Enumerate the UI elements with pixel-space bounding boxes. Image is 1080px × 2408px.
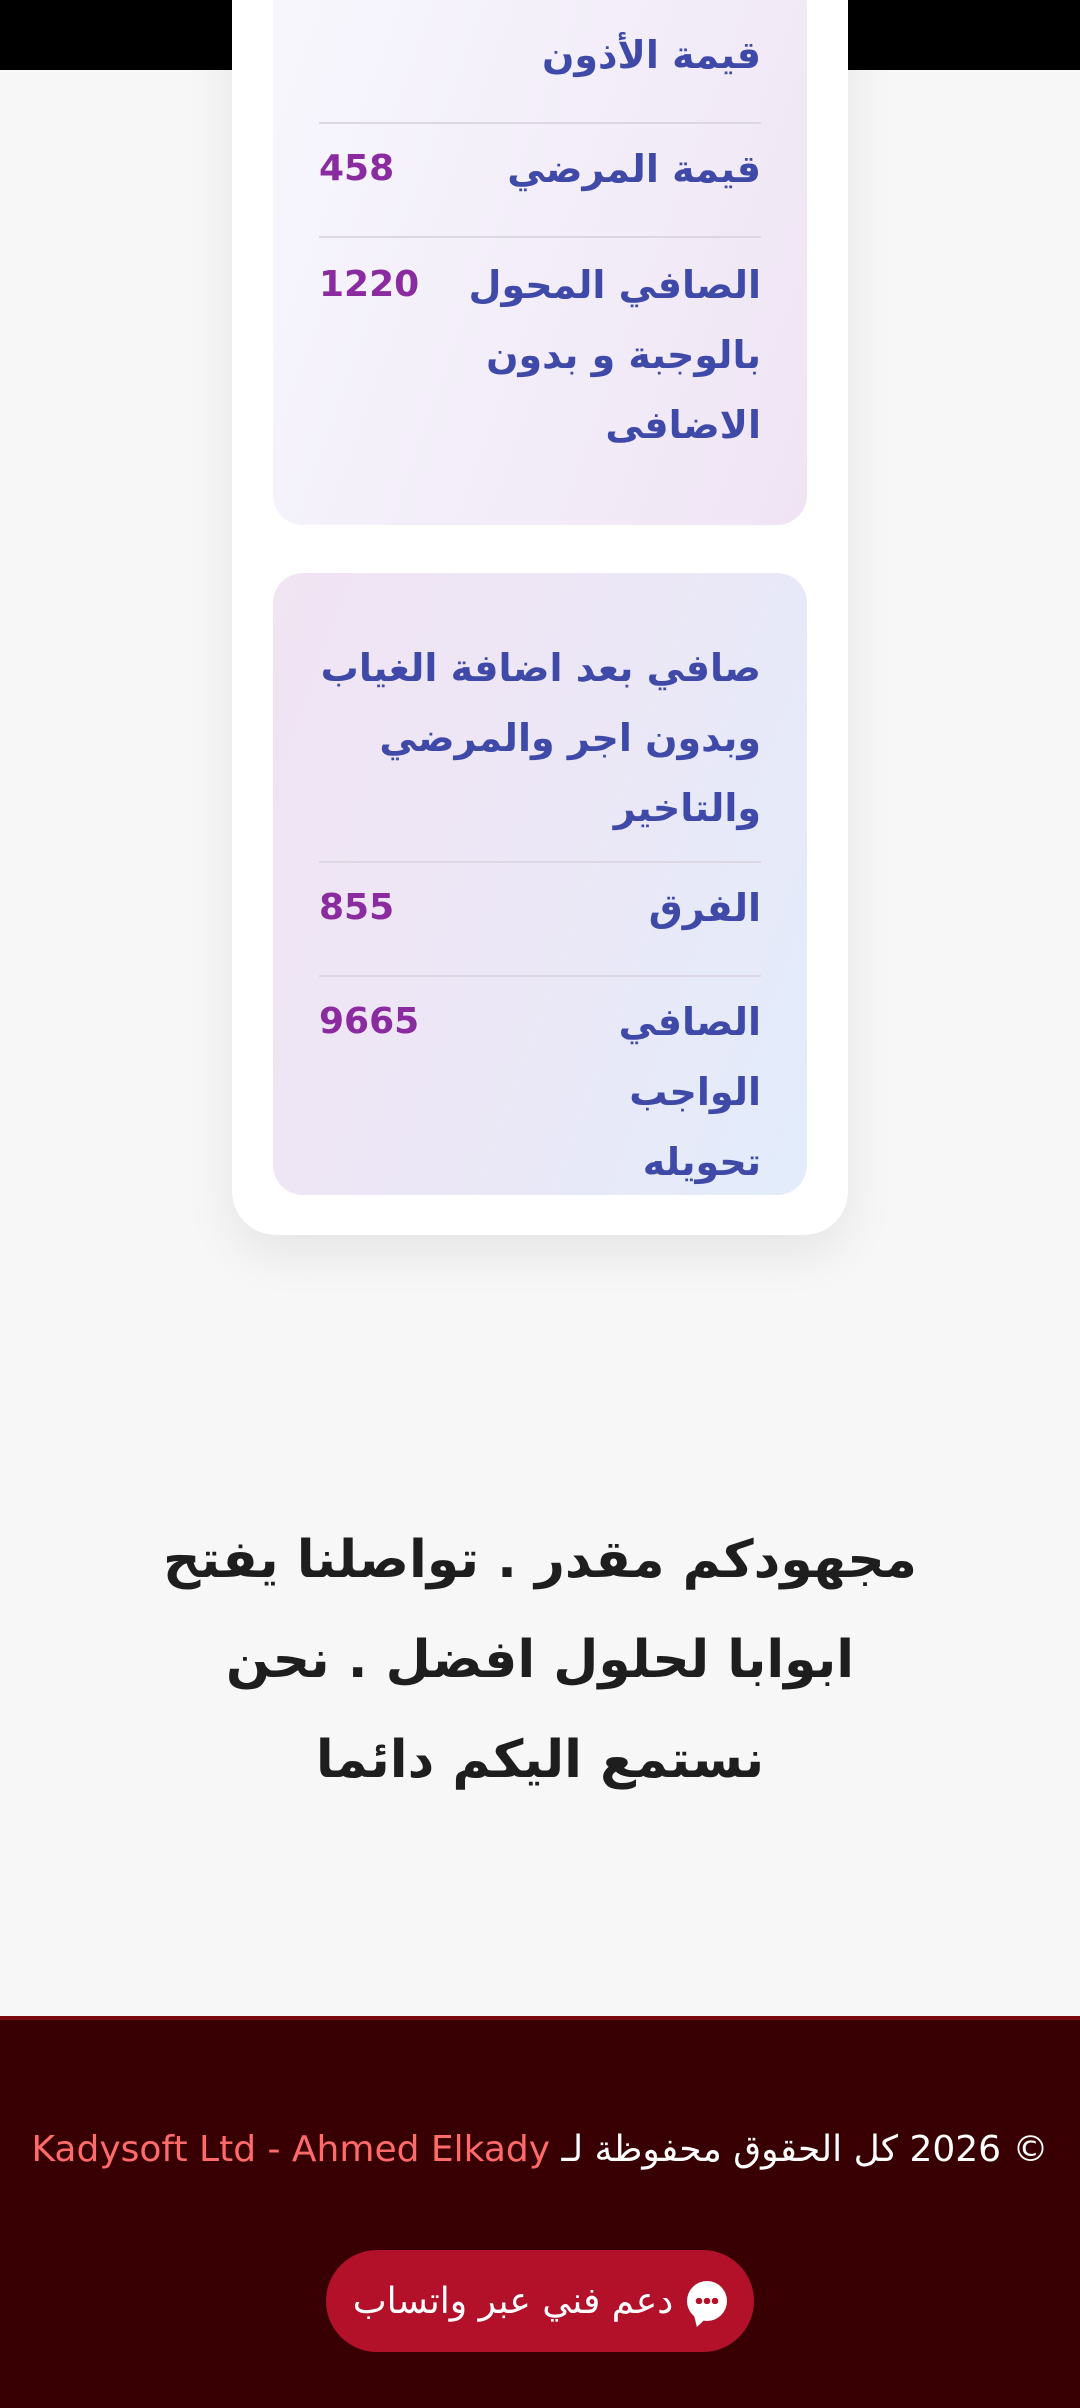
row-value: 1220: [319, 264, 420, 305]
panel-title-row: صافي بعد اضافة الغياب وبدون اجر والمرضي …: [319, 633, 761, 843]
copyright-line: © 2026 كل الحقوق محفوظة لـ Kadysoft Ltd …: [0, 2118, 1080, 2182]
row-value: 9665: [319, 1001, 420, 1042]
row-value: 855: [319, 887, 395, 928]
whatsapp-support-button[interactable]: دعم فني عبر واتساب: [326, 2250, 754, 2352]
row-net-due: الصافي الواجب تحويله 9665: [319, 987, 761, 1197]
row-label: الصافي الواجب تحويله: [618, 1000, 761, 1184]
row-label: قيمة المرضي: [507, 147, 761, 191]
copyright-text: © 2026 كل الحقوق محفوظة لـ: [561, 2129, 1049, 2170]
divider: [319, 236, 761, 238]
row-difference: الفرق 855: [319, 873, 761, 943]
divider: [319, 975, 761, 977]
divider: [319, 122, 761, 124]
row-value: 458: [319, 148, 395, 189]
row-label: الصافي المحول بالوجبة و بدون الاضافى: [468, 263, 761, 447]
row-permissions-value: قيمة الأذون: [319, 20, 761, 90]
net-after-absence-panel: صافي بعد اضافة الغياب وبدون اجر والمرضي …: [273, 573, 807, 1195]
row-net-transferred: الصافي المحول بالوجبة و بدون الاضافى 122…: [319, 250, 761, 460]
company-link[interactable]: Kadysoft Ltd - Ahmed Elkady: [31, 2129, 550, 2170]
row-label: قيمة الأذون: [541, 33, 761, 77]
row-sick-value: قيمة المرضي 458: [319, 134, 761, 204]
totals-panel: قيمة الأذون قيمة المرضي 458 الصافي المحو…: [273, 0, 807, 525]
row-label: الفرق: [648, 886, 761, 930]
panel-title: صافي بعد اضافة الغياب وبدون اجر والمرضي …: [320, 646, 761, 830]
chat-bubble-icon: [687, 2281, 728, 2321]
appreciation-message: مجهودكم مقدر . تواصلنا يفتح ابوابا لحلول…: [163, 1530, 917, 1790]
whatsapp-button-label: دعم فني عبر واتساب: [352, 2280, 674, 2322]
divider: [319, 861, 761, 863]
